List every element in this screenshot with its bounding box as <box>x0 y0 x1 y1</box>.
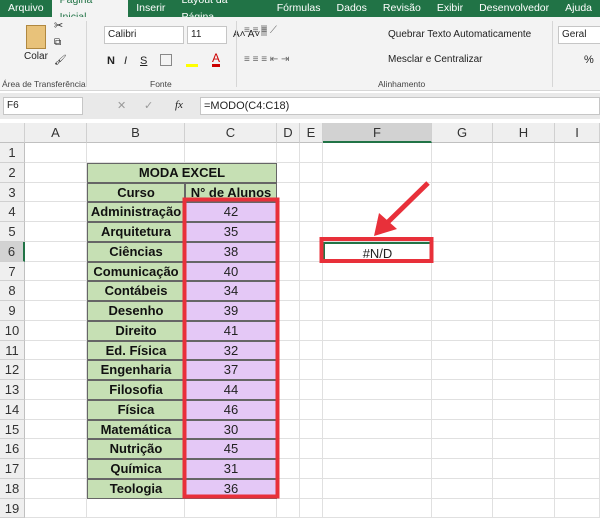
annotation-overlay <box>0 0 600 508</box>
c-range-highlight <box>185 200 278 497</box>
result-highlight <box>322 239 432 261</box>
arrow-icon <box>388 183 428 222</box>
